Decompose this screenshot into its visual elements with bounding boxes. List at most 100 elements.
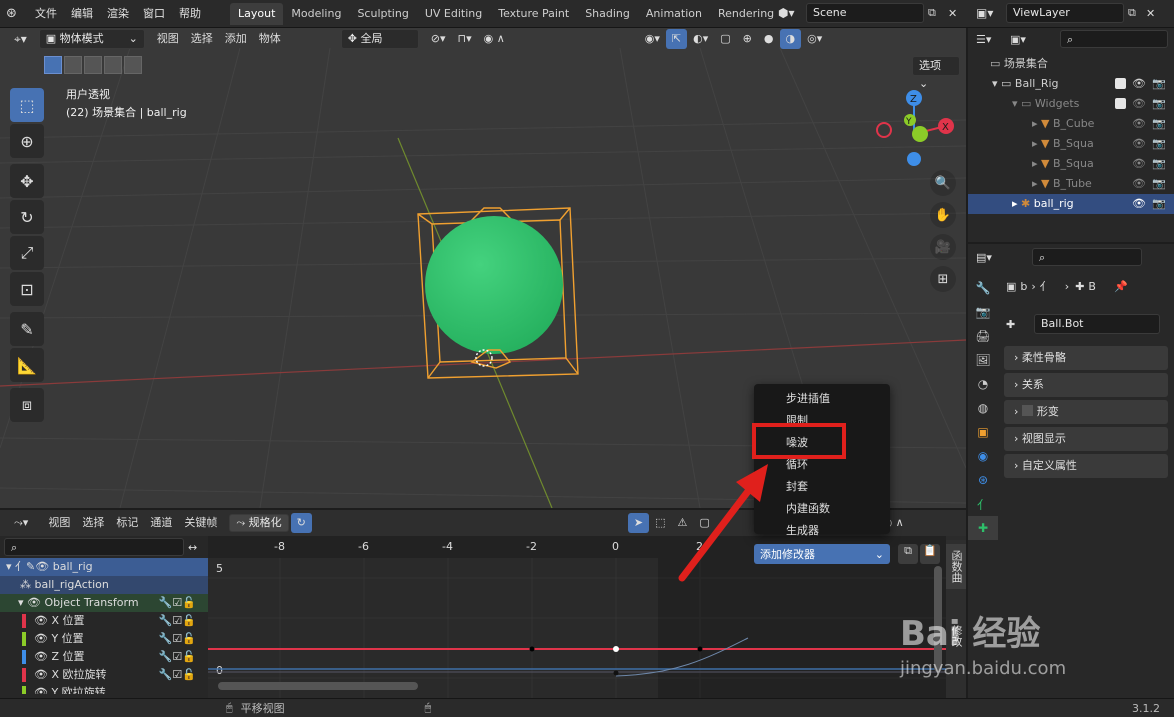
channel-y-location[interactable]: 👁 Y 位置 🔧☑🔓 <box>0 630 208 648</box>
constraints-tab-icon[interactable]: ⊛ <box>968 468 998 492</box>
paste-modifiers-icon[interactable]: 📋 <box>920 544 940 564</box>
checkbox-icon[interactable] <box>1115 98 1126 109</box>
delete-viewlayer-icon[interactable]: ✕ <box>1146 7 1162 20</box>
menu-file[interactable]: 文件 <box>28 0 64 28</box>
cursor-tool-icon[interactable]: ⊕ <box>10 124 44 158</box>
render-camera-icon[interactable]: 📷 <box>1152 194 1166 214</box>
channel-controls-icon[interactable]: 🔧☑🔓 <box>159 612 196 630</box>
new-scene-icon[interactable]: ⧉ <box>928 6 944 20</box>
outliner-item-b-square-2[interactable]: ▸ ▼ B_Squa 👁 📷 <box>968 154 1174 174</box>
new-viewlayer-icon[interactable]: ⧉ <box>1128 6 1144 20</box>
render-camera-icon[interactable]: 📷 <box>1152 94 1166 114</box>
render-camera-icon[interactable]: 📷 <box>1152 154 1166 174</box>
channel-y-rotation[interactable]: 👁 Y 欧拉旋转 <box>0 684 208 694</box>
tool-tab-icon[interactable]: 🔧 <box>968 276 998 300</box>
channel-controls-icon[interactable]: 🔧☑🔓 <box>159 594 196 612</box>
horizontal-scrollbar[interactable] <box>218 682 418 690</box>
channel-z-location[interactable]: 👁 Z 位置 🔧☑🔓 <box>0 648 208 666</box>
menu-item-stepped[interactable]: 步进插值 <box>754 388 890 410</box>
channel-object[interactable]: ▾ ⺅✎👁 ball_rig <box>0 558 208 576</box>
tab-sculpting[interactable]: Sculpting <box>349 3 416 25</box>
sphere-object[interactable] <box>425 216 563 354</box>
eye-icon[interactable]: 👁 <box>34 614 51 627</box>
eye-icon[interactable]: 👁 <box>1132 74 1146 94</box>
filter-icon[interactable]: ▣▾ <box>1010 33 1040 46</box>
channel-controls-icon[interactable]: 🔧☑🔓 <box>159 666 196 684</box>
graph-menu-view[interactable]: 视图 <box>42 513 76 533</box>
editor-type-icon[interactable]: ⌖▾ <box>8 29 33 49</box>
output-tab-icon[interactable]: 🖨 <box>968 324 998 348</box>
scene-tab-icon[interactable]: ◔ <box>968 372 998 396</box>
graph-menu-channel[interactable]: 通道 <box>144 513 178 533</box>
world-tab-icon[interactable]: ◍ <box>968 396 998 420</box>
copy-modifiers-icon[interactable]: ⧉ <box>898 544 918 564</box>
select-invert-icon[interactable] <box>104 56 122 74</box>
outliner-item-ball-rig[interactable]: ▸ ✱ ball_rig 👁 📷 <box>968 194 1174 214</box>
eye-icon[interactable]: 👁 <box>1132 154 1146 174</box>
move-tool-icon[interactable]: ✥ <box>10 164 44 198</box>
viewlayer-selector[interactable]: ▣▾ ViewLayer ⧉ ✕ <box>976 3 1162 23</box>
eye-icon[interactable]: 👁 <box>34 668 51 681</box>
tab-texture-paint[interactable]: Texture Paint <box>490 3 577 25</box>
panel-bendy-bones[interactable]: › 柔性骨骼 <box>1004 346 1168 370</box>
outliner-item-widgets[interactable]: ▾ ▭ Widgets 👁 📷 <box>968 94 1174 114</box>
cycle-icon[interactable]: ↻ <box>290 513 312 533</box>
tab-shading[interactable]: Shading <box>577 3 638 25</box>
normalize-toggle[interactable]: ⤳ 规格化 <box>229 514 289 532</box>
box-select-icon[interactable]: ⬚ <box>649 513 671 533</box>
render-camera-icon[interactable]: 📷 <box>1152 74 1166 94</box>
options-dropdown[interactable]: 选项 ⌄ <box>912 56 960 90</box>
select-new-icon[interactable] <box>44 56 62 74</box>
bone-tab-icon[interactable]: ✚ <box>968 516 998 540</box>
tab-animation[interactable]: Animation <box>638 3 710 25</box>
rotate-tool-icon[interactable]: ↻ <box>10 200 44 234</box>
viewlayer-name-field[interactable]: ViewLayer <box>1006 3 1124 23</box>
shading-wireframe-icon[interactable]: ⊕ <box>737 29 758 49</box>
eye-icon[interactable]: 👁 <box>1132 94 1146 114</box>
pivot-icon[interactable]: ⊘▾ <box>425 29 452 49</box>
pin-icon[interactable]: 📌 <box>1114 280 1128 293</box>
deform-checkbox[interactable] <box>1021 405 1033 416</box>
armature-data-tab-icon[interactable]: ⺅ <box>968 492 998 516</box>
editor-type-icon[interactable]: ▤▾ <box>976 251 1006 264</box>
outliner-item-ball-rig-collection[interactable]: ▾ ▭ Ball_Rig 👁 📷 <box>968 74 1174 94</box>
view-layer-tab-icon[interactable]: 🖼 <box>968 348 998 372</box>
eye-icon[interactable]: 👁 <box>1132 194 1146 214</box>
channel-x-location[interactable]: 👁 X 位置 🔧☑🔓 <box>0 612 208 630</box>
eye-icon[interactable]: 👁 <box>35 560 52 573</box>
eye-icon[interactable]: 👁 <box>34 632 51 645</box>
panel-viewport-display[interactable]: › 视图显示 <box>1004 427 1168 451</box>
tab-layout[interactable]: Layout <box>230 3 284 25</box>
render-camera-icon[interactable]: 📷 <box>1152 134 1166 154</box>
scene-name-field[interactable]: Scene <box>806 3 924 23</box>
snap-icon[interactable]: ⊓▾ <box>452 29 478 49</box>
tab-fcurve[interactable]: 函数曲 <box>946 544 966 589</box>
delete-scene-icon[interactable]: ✕ <box>948 7 964 20</box>
visibility-icon[interactable]: ◉▾ <box>639 29 666 49</box>
eye-icon[interactable]: 👁 <box>27 596 44 609</box>
select-subtract-icon[interactable] <box>84 56 102 74</box>
pin-icon[interactable]: ✎ <box>26 560 35 573</box>
select-intersect-icon[interactable] <box>124 56 142 74</box>
modifiers-tab-icon[interactable]: ◉ <box>968 444 998 468</box>
tab-uv-editing[interactable]: UV Editing <box>417 3 490 25</box>
panel-relations[interactable]: › 关系 <box>1004 373 1168 397</box>
perspective-grid-icon[interactable]: ⊞ <box>930 266 956 292</box>
transform-tool-icon[interactable]: ⊡ <box>10 272 44 306</box>
graph-editor-type-icon[interactable]: ⤳▾ <box>8 513 34 533</box>
shading-rendered-icon[interactable]: ◎▾ <box>801 29 828 49</box>
graph-menu-marker[interactable]: 标记 <box>110 513 144 533</box>
mode-dropdown[interactable]: ▣ 物体模式 ⌄ <box>38 29 145 49</box>
scene-selector[interactable]: ⬢▾ Scene ⧉ ✕ <box>778 3 964 23</box>
channel-search-input[interactable]: ⌕ <box>4 538 184 556</box>
render-camera-icon[interactable]: 📷 <box>1152 174 1166 194</box>
eye-icon[interactable]: 👁 <box>34 650 51 663</box>
tab-rendering[interactable]: Rendering <box>710 3 782 25</box>
panel-deform[interactable]: › 形变 <box>1004 400 1168 424</box>
select-tool-icon[interactable]: ➤ <box>627 513 650 533</box>
outliner-item-b-square[interactable]: ▸ ▼ B_Squa 👁 📷 <box>968 134 1174 154</box>
menu-select[interactable]: 选择 <box>185 29 219 49</box>
eye-icon[interactable]: 👁 <box>34 686 51 694</box>
shading-solid-icon[interactable]: ● <box>758 29 780 49</box>
navigation-gizmo[interactable]: X Z Y <box>868 86 964 178</box>
